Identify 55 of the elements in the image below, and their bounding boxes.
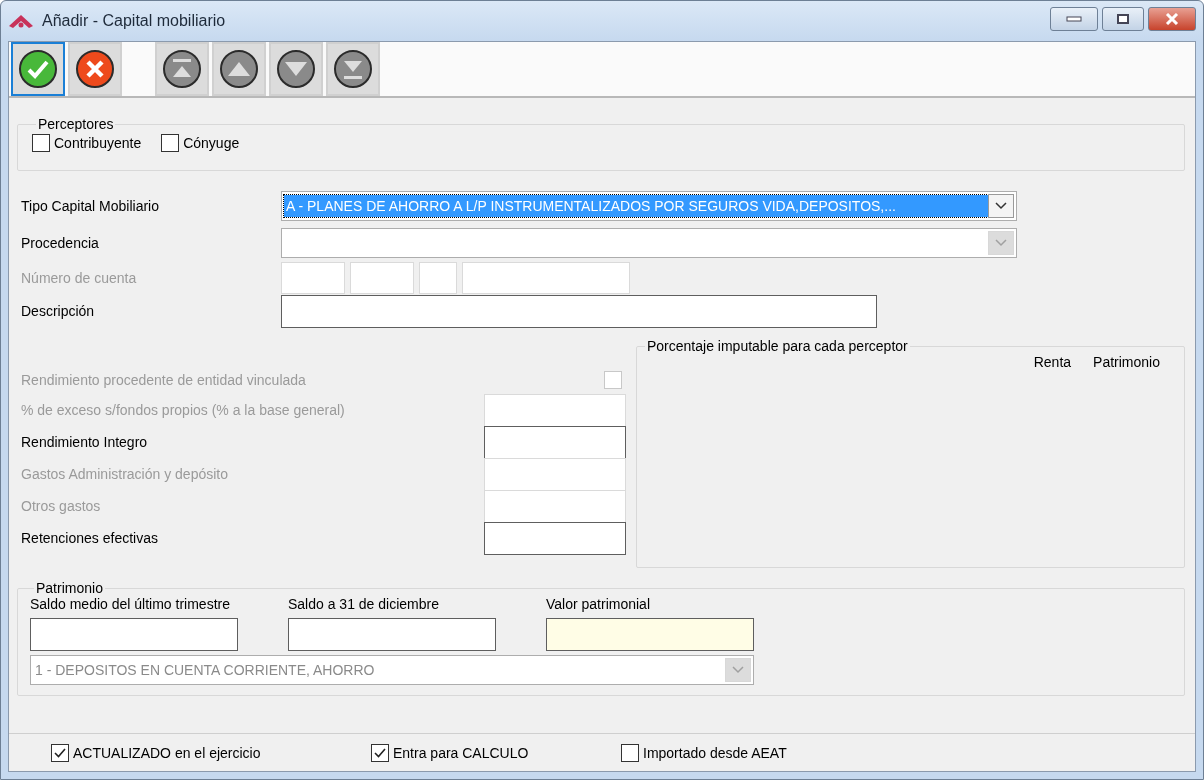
field-label: Rendimiento procedente de entidad vinculada — [21, 372, 307, 388]
field-label: Saldo a 31 de diciembre — [288, 596, 440, 612]
amount-field[interactable] — [484, 521, 626, 555]
group-title: Porcentaje imputable para cada perceptor — [646, 338, 909, 354]
caret-icon — [732, 666, 744, 674]
amount-field[interactable] — [288, 618, 496, 651]
window-title: Añadir - Capital mobiliario — [42, 12, 227, 30]
field-label: Otros gastos — [21, 498, 102, 514]
dropdown-value: 1 - DEPOSITOS EN CUENTA CORRIENTE, AHORRO — [34, 661, 376, 680]
close-icon — [1165, 13, 1179, 25]
dropdown-value: A - PLANES DE AHORRO A L/P INSTRUMENTALIZADOS POR SEGUROS VIDA,DEPOSITOS,... — [284, 195, 988, 217]
checkbox-label: Cónyuge — [183, 135, 240, 151]
minimize-button[interactable] — [1050, 7, 1098, 31]
field-label: Saldo medio del último trimestre — [30, 596, 231, 612]
group-title: Patrimonio — [35, 580, 104, 596]
readonly-value-field[interactable] — [546, 618, 754, 651]
close-icon — [75, 49, 115, 89]
checkbox-label: Entra para CALCULO — [393, 744, 529, 761]
checkbox[interactable] — [161, 134, 180, 152]
caret-icon — [995, 202, 1007, 210]
amount-field[interactable] — [484, 425, 626, 459]
maximize-button[interactable] — [1102, 7, 1144, 31]
field-label: Gastos Administración y depósito — [21, 466, 229, 482]
checkbox[interactable] — [51, 743, 69, 762]
dropdown-button[interactable] — [988, 194, 1014, 218]
amount-field[interactable] — [30, 618, 238, 651]
field-label: Procedencia — [21, 235, 100, 251]
dropdown[interactable]: A - PLANES DE AHORRO A L/P INSTRUMENTALIZADOS POR SEGUROS VIDA,DEPOSITOS,... — [281, 191, 1017, 221]
checkbox-label: ACTUALIZADO en el ejercicio — [73, 744, 261, 761]
cancel-button[interactable] — [68, 42, 122, 96]
checkbox[interactable] — [32, 134, 50, 152]
close-button[interactable] — [1148, 7, 1196, 31]
field-label: % de exceso s/fondos propios (% a la base general) — [21, 402, 346, 418]
minimize-icon — [1066, 16, 1082, 22]
description-field[interactable] — [281, 294, 877, 328]
field-label: Tipo Capital Mobiliario — [21, 198, 160, 214]
caret-icon — [995, 239, 1007, 247]
accept-button[interactable] — [11, 42, 65, 96]
field-label: Rendimiento Integro — [21, 434, 149, 450]
group-title: Perceptores — [37, 116, 115, 132]
app-logo-icon — [8, 13, 34, 29]
field-label: Número de cuenta — [21, 269, 138, 286]
checkbox[interactable] — [371, 743, 389, 762]
field-label: Descripción — [21, 303, 96, 319]
field-label: Valor patrimonial — [546, 596, 651, 612]
last-record-icon — [333, 49, 373, 89]
checkbox[interactable] — [621, 743, 639, 762]
field-label: Retenciones efectivas — [21, 530, 159, 546]
checkmark-icon — [18, 49, 58, 89]
first-record-icon — [162, 49, 202, 89]
column-header: Renta — [1033, 354, 1072, 370]
checkbox-label: Contribuyente — [54, 135, 142, 151]
checkbox-label: Importado desde AEAT — [643, 744, 787, 761]
maximize-icon — [1117, 14, 1129, 24]
column-header: Patrimonio — [1093, 354, 1160, 370]
